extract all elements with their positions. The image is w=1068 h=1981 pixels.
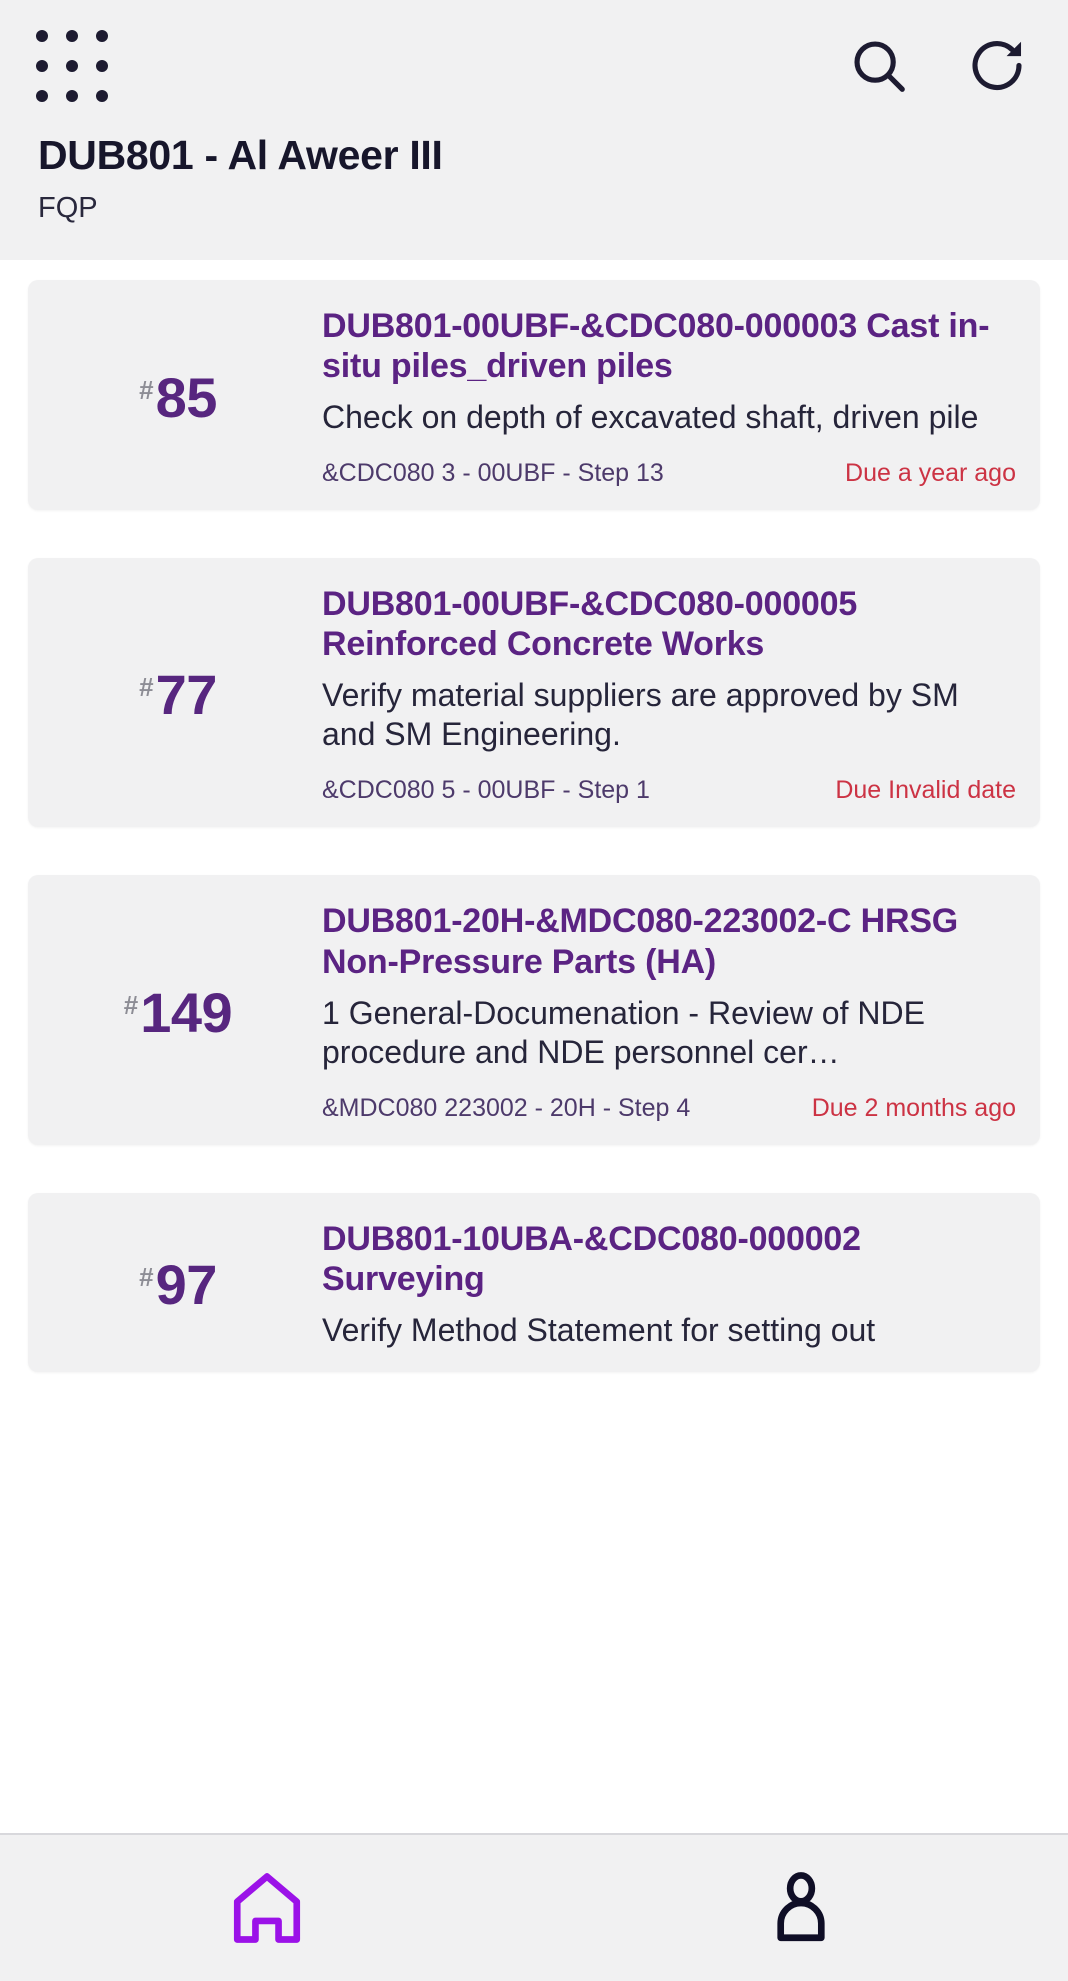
task-title[interactable]: DUB801-10UBA-&CDC080-000002 Surveying: [322, 1219, 1016, 1299]
app-root: DUB801 - Al Aweer III FQP # 85 DUB801-00…: [0, 0, 1068, 1981]
task-title[interactable]: DUB801-00UBF-&CDC080-000003 Cast in-situ…: [322, 306, 1016, 386]
hash-symbol: #: [139, 1261, 154, 1292]
apps-grid-icon[interactable]: [28, 22, 116, 110]
task-footer: &MDC080 223002 - 20H - Step 4 Due 2 mont…: [322, 1094, 1016, 1123]
task-description: 1 General-Documenation - Review of NDE p…: [322, 994, 925, 1070]
task-due-badge: Due 2 months ago: [811, 1093, 1016, 1122]
task-card[interactable]: # 149 DUB801-20H-&MDC080-223002-C HRSG N…: [28, 875, 1040, 1145]
nav-item-home[interactable]: [0, 1835, 534, 1981]
header-toolbar: [28, 24, 1040, 108]
task-index-number: 85: [155, 365, 218, 429]
task-due-badge: Due a year ago: [845, 459, 1016, 488]
task-index: # 85: [52, 365, 322, 430]
task-footer: &CDC080 3 - 00UBF - Step 13 Due a year a…: [322, 459, 1016, 488]
task-index-number: 149: [140, 980, 233, 1044]
task-meta: &CDC080 3 - 00UBF - Step 13: [322, 459, 664, 488]
task-body: DUB801-00UBF-&CDC080-000005 Reinforced C…: [322, 584, 1016, 805]
task-title[interactable]: DUB801-20H-&MDC080-223002-C HRSG Non-Pre…: [322, 901, 1016, 981]
task-body: DUB801-20H-&MDC080-223002-C HRSG Non-Pre…: [322, 901, 1016, 1122]
task-list[interactable]: # 85 DUB801-00UBF-&CDC080-000003 Cast in…: [0, 259, 1068, 1981]
page-title: DUB801 - Al Aweer III: [38, 132, 443, 178]
nav-item-profile[interactable]: [534, 1835, 1068, 1981]
task-description: Verify material suppliers are approved b…: [322, 677, 959, 753]
task-description: Check on depth of excavated shaft, drive…: [322, 399, 979, 436]
hash-symbol: #: [139, 672, 154, 703]
task-card[interactable]: # 85 DUB801-00UBF-&CDC080-000003 Cast in…: [28, 279, 1040, 511]
task-description: Verify Method Statement for setting out: [322, 1311, 876, 1348]
task-title[interactable]: DUB801-00UBF-&CDC080-000005 Reinforced C…: [322, 584, 1016, 664]
hash-symbol: #: [123, 989, 139, 1020]
task-index-number: 97: [155, 1252, 218, 1316]
task-meta: &CDC080 5 - 00UBF - Step 1: [322, 776, 650, 805]
header-actions: [842, 29, 1040, 103]
task-index: # 149: [52, 980, 322, 1045]
task-index: # 77: [52, 662, 322, 727]
home-icon: [233, 1873, 301, 1943]
task-body: DUB801-00UBF-&CDC080-000003 Cast in-situ…: [322, 306, 1016, 488]
refresh-icon[interactable]: [960, 29, 1034, 103]
task-body: DUB801-10UBA-&CDC080-000002 Surveying Ve…: [322, 1219, 1016, 1350]
task-card[interactable]: # 77 DUB801-00UBF-&CDC080-000005 Reinfor…: [28, 558, 1040, 828]
app-header: DUB801 - Al Aweer III FQP: [0, 0, 1068, 260]
hash-symbol: #: [139, 374, 154, 405]
task-footer: &CDC080 5 - 00UBF - Step 1 Due Invalid d…: [322, 776, 1016, 805]
task-due-badge: Due Invalid date: [835, 776, 1016, 805]
person-icon: [777, 1872, 825, 1942]
bottom-navigation: [0, 1833, 1068, 1981]
page-subtitle: FQP: [38, 192, 98, 225]
task-index-number: 77: [155, 663, 218, 727]
task-meta: &MDC080 223002 - 20H - Step 4: [322, 1093, 691, 1122]
task-card[interactable]: # 97 DUB801-10UBA-&CDC080-000002 Surveyi…: [28, 1192, 1040, 1372]
search-icon[interactable]: [842, 29, 916, 103]
task-index: # 97: [52, 1252, 322, 1317]
